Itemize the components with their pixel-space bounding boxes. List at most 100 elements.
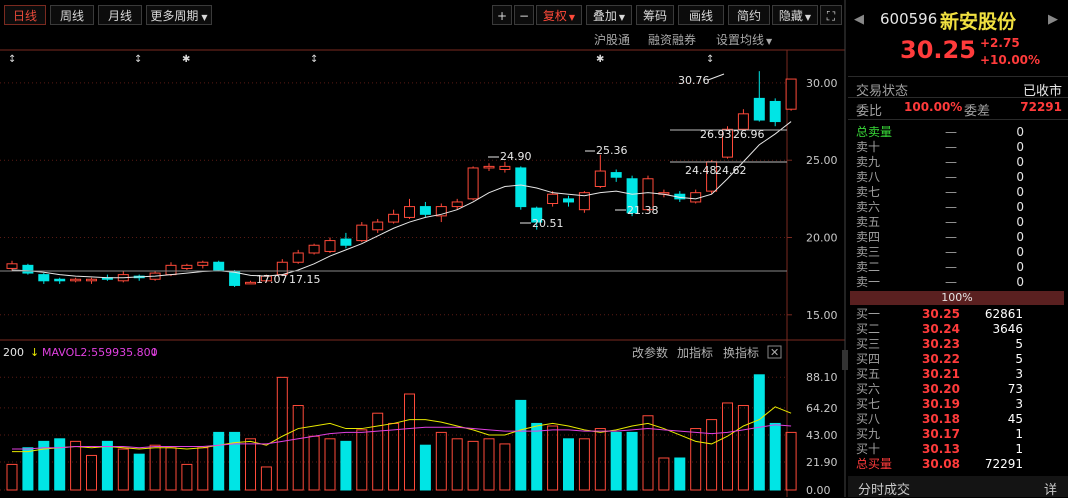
candle-body <box>181 264 193 269</box>
candle-body <box>467 167 479 200</box>
event-markers: ↕ ↕ ✱ ↕ ✱ ↕ <box>8 54 714 65</box>
candle-up <box>435 203 447 223</box>
sell-level-price: — <box>945 140 957 154</box>
annotation-a2b: 24.62 <box>715 164 747 177</box>
volume-bar-up <box>451 438 463 491</box>
volume-bar-up <box>690 428 702 491</box>
volume-bar-down <box>531 422 543 491</box>
candle-body <box>229 271 241 286</box>
candle-body <box>356 224 368 242</box>
volume-bar-up <box>499 443 511 491</box>
sell-level-volume: 0 <box>1016 245 1024 259</box>
buy-level-volume: 3646 <box>992 322 1023 336</box>
candle-body <box>785 78 797 110</box>
candle-up <box>245 280 256 285</box>
buy-row: 买九 30.17 1 <box>848 427 1068 442</box>
candle-body <box>308 244 320 254</box>
divider <box>848 97 1068 98</box>
footer-bar: 分时成交 详 <box>848 476 1068 498</box>
buy-total-row: 总买量 30.08 72291 <box>848 457 1068 472</box>
volume-bar-up <box>467 440 479 491</box>
volume-tick-label: 43.00 <box>806 429 838 442</box>
volume-bar-up <box>483 438 495 491</box>
buy-level-label: 买三 <box>856 337 881 351</box>
candle-body <box>737 113 749 130</box>
buy-level-price: 30.21 <box>922 367 960 381</box>
volume-bar-up <box>276 376 288 491</box>
buy-level-volume: 5 <box>1015 337 1023 351</box>
price-change: +2.75 <box>980 36 1020 50</box>
candle-body <box>86 278 97 282</box>
sell-row: 卖七 — 0 <box>848 185 1068 200</box>
buy-row: 买二 30.24 3646 <box>848 322 1068 337</box>
switch-indicator-link[interactable]: 换指标 <box>723 345 759 360</box>
candle-body <box>213 261 225 271</box>
buy-level-volume: 45 <box>1007 412 1023 426</box>
sell-level-volume: 0 <box>1016 215 1024 229</box>
candle-up <box>372 218 384 233</box>
annotation-a1: 26.93 <box>700 128 732 141</box>
price-axis: 30.00 25.00 20.00 15.00 <box>787 77 838 322</box>
sell-level-price: — <box>945 155 957 169</box>
buy-level-label: 买九 <box>856 427 881 441</box>
candle-body <box>547 193 559 205</box>
sell-level-volume: 0 <box>1016 170 1024 184</box>
candle-body <box>753 97 765 121</box>
price-tick-label: 25.00 <box>806 154 838 167</box>
volume-bar-down <box>769 422 781 491</box>
kline-chart[interactable]: 30.00 25.00 20.00 15.00 88.10 64.20 43.00 21.9… <box>0 0 848 497</box>
sell-level-price: — <box>945 245 957 259</box>
volume-bar-up <box>435 431 447 491</box>
candle-up <box>308 243 320 255</box>
sell-level-volume: 0 <box>1016 140 1024 154</box>
price-tick-label: 20.00 <box>806 232 838 245</box>
volume-bar-down <box>229 431 241 491</box>
annotation-a1b: 26.96 <box>733 128 765 141</box>
mavol2-arrow: ↓ <box>150 346 159 359</box>
candle-down <box>38 273 50 284</box>
candle-up <box>388 209 400 224</box>
event-marker-icon: ↕ <box>134 54 142 65</box>
buy-row: 买八 30.18 45 <box>848 412 1068 427</box>
candle-body <box>340 238 352 246</box>
candle-body <box>419 206 431 215</box>
annotation-2536: 25.36 <box>596 144 628 157</box>
volume-bar-up <box>737 405 749 491</box>
candle-up <box>86 277 97 284</box>
tick-trades-tab[interactable]: 分时成交 <box>858 479 910 498</box>
buy-level-label: 买六 <box>856 382 881 396</box>
candle-body <box>483 165 495 169</box>
sell-level-volume: 0 <box>1016 260 1024 274</box>
buy-row: 买一 30.25 62861 <box>848 307 1068 322</box>
volume-bar-down <box>340 440 352 491</box>
event-marker-icon: ↕ <box>8 54 16 65</box>
detail-button[interactable]: 详 <box>1044 479 1057 498</box>
candle-down <box>769 98 781 127</box>
candle-down <box>610 169 622 182</box>
candle-body <box>6 263 18 269</box>
add-indicator-link[interactable]: 加指标 <box>677 345 713 360</box>
mavol2-line <box>12 424 792 450</box>
change-params-link[interactable]: 改参数 <box>632 345 668 360</box>
sell-row: 卖一 — 0 <box>848 275 1068 290</box>
candle-up <box>117 271 129 283</box>
annotation-2051: 20.51 <box>532 217 564 230</box>
volume-bar-down <box>54 438 66 491</box>
buy-row: 买十 30.13 1 <box>848 442 1068 457</box>
volume-bar-up <box>117 448 129 491</box>
volume-bar-up <box>6 463 18 491</box>
sell-row: 卖九 — 0 <box>848 155 1068 170</box>
nav-prev-icon[interactable]: ◀ <box>854 12 864 27</box>
buy-level-price: 30.18 <box>922 412 960 426</box>
buy-level-price: 30.13 <box>922 442 960 456</box>
nav-next-icon[interactable]: ▶ <box>1048 12 1058 27</box>
candle-up <box>467 166 479 201</box>
buy-level-label: 买四 <box>856 352 881 366</box>
candle-down <box>54 277 66 284</box>
volume-bar-up <box>70 440 82 491</box>
sell-level-label: 卖九 <box>856 155 881 169</box>
volume-bar-up <box>372 412 384 491</box>
volume-bar-up <box>706 419 718 491</box>
volume-bar-up <box>594 428 606 491</box>
candle-up <box>356 222 368 243</box>
